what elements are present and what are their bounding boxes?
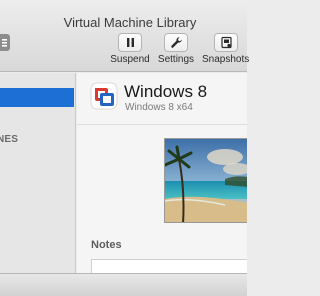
snapshot-icon — [221, 36, 232, 49]
vm-name: Windows 8 — [124, 82, 208, 101]
wrench-icon — [171, 37, 182, 48]
snapshots-label: Snapshots — [202, 54, 250, 65]
suspend-label: Suspend — [110, 54, 150, 65]
sidebar-selected-item[interactable] — [0, 88, 74, 107]
sidebar-toggle-icon — [2, 39, 7, 47]
bottom-bar — [0, 273, 247, 296]
sidebar-section-header: NES — [0, 134, 19, 145]
suspend-tool[interactable]: Suspend — [110, 33, 150, 67]
window-title: Virtual Machine Library — [63, 15, 197, 30]
suspend-button[interactable] — [118, 33, 142, 52]
settings-tool[interactable]: Settings — [156, 33, 196, 67]
vmware-fusion-icon — [90, 82, 118, 110]
sidebar: NES — [0, 73, 76, 273]
vm-os-subtitle: Windows 8 x64 — [125, 102, 193, 113]
sidebar-toggle-button[interactable] — [0, 34, 10, 51]
snapshots-tool[interactable]: Snapshots — [202, 33, 250, 67]
pause-icon — [127, 38, 134, 47]
notes-label: Notes — [91, 239, 122, 251]
beach-wallpaper-image — [165, 139, 247, 222]
settings-button[interactable] — [164, 33, 188, 52]
vm-detail-pane: Windows 8 Windows 8 x64 Notes — [77, 73, 247, 279]
snapshots-button[interactable] — [214, 33, 238, 52]
settings-label: Settings — [157, 54, 195, 65]
vm-header: Windows 8 Windows 8 x64 — [77, 73, 247, 125]
vm-screenshot-thumbnail[interactable] — [164, 138, 247, 223]
window-titlebar: Virtual Machine Library Suspend Settings — [0, 0, 250, 72]
